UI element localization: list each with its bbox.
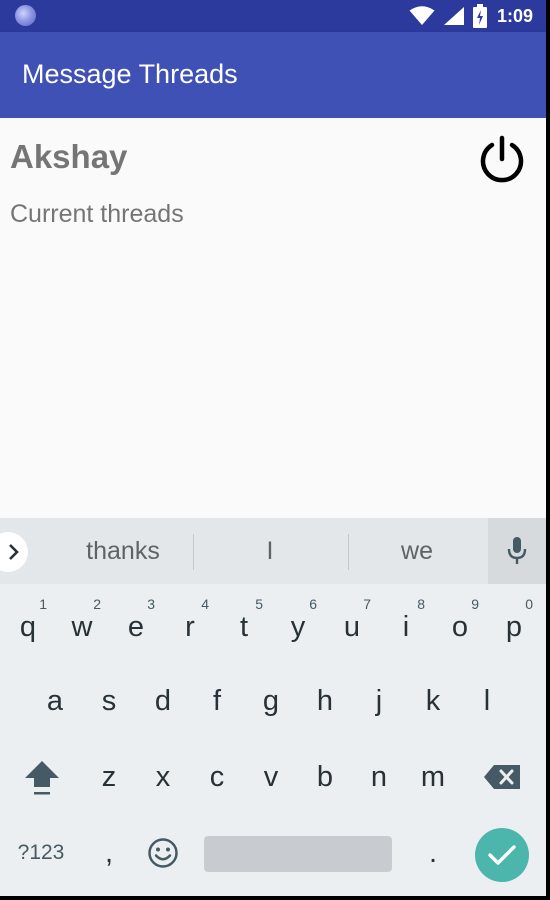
key-label: p	[505, 610, 523, 643]
key-s[interactable]: s	[82, 668, 136, 734]
cell-signal-icon	[443, 6, 465, 26]
key-u[interactable]: u7	[325, 594, 379, 660]
key-i[interactable]: i8	[379, 594, 433, 660]
key-q[interactable]: q1	[1, 594, 55, 660]
key-hint: 3	[147, 596, 155, 612]
suggestion-divider	[348, 534, 349, 570]
suggestion-strip: thanks I we	[0, 518, 546, 584]
status-bar: 1:09	[0, 0, 550, 32]
shift-icon	[25, 761, 59, 795]
app-bar: Message Threads	[0, 32, 550, 118]
key-t[interactable]: t5	[217, 594, 271, 660]
key-v[interactable]: v	[244, 744, 298, 810]
key-y[interactable]: y6	[271, 594, 325, 660]
key-label: t	[239, 610, 249, 643]
page-title: Message Threads	[22, 59, 238, 89]
key-hint: 5	[255, 596, 263, 612]
key-c[interactable]: c	[190, 744, 244, 810]
key-o[interactable]: o9	[433, 594, 487, 660]
key-hint: 2	[93, 596, 101, 612]
microphone-icon	[507, 537, 527, 564]
backspace-key[interactable]	[475, 744, 529, 810]
key-hint: 7	[363, 596, 371, 612]
enter-button[interactable]	[475, 828, 529, 882]
key-a[interactable]: a	[28, 668, 82, 734]
checkmark-icon	[488, 845, 516, 865]
symbols-key[interactable]: ?123	[14, 820, 68, 886]
key-hint: 6	[309, 596, 317, 612]
key-hint: 8	[417, 596, 425, 612]
comma-key[interactable]: ,	[82, 820, 136, 886]
soft-keyboard: thanks I we q1 w2 e3 r4 t5 y6 u7 i8 o9 p…	[0, 518, 546, 896]
user-name: Akshay	[10, 138, 128, 175]
key-label: q	[19, 610, 37, 643]
key-h[interactable]: h	[298, 668, 352, 734]
notification-icon	[15, 5, 36, 26]
backspace-icon	[484, 765, 520, 789]
battery-charging-icon	[472, 4, 487, 28]
key-d[interactable]: d	[136, 668, 190, 734]
key-label: w	[71, 610, 93, 643]
key-m[interactable]: m	[406, 744, 460, 810]
wifi-icon	[409, 6, 435, 26]
key-n[interactable]: n	[352, 744, 406, 810]
emoji-key[interactable]	[136, 820, 190, 886]
period-key[interactable]: .	[406, 820, 460, 886]
chevron-right-icon	[9, 544, 19, 560]
screen-edge	[546, 0, 550, 900]
key-e[interactable]: e3	[109, 594, 163, 660]
power-icon	[480, 135, 524, 183]
key-z[interactable]: z	[82, 744, 136, 810]
key-label: y	[290, 610, 306, 643]
status-icons: 1:09	[409, 0, 550, 32]
logout-button[interactable]	[474, 132, 530, 188]
key-p[interactable]: p0	[487, 594, 541, 660]
content-area: Akshay Current threads	[0, 118, 550, 518]
key-label: i	[402, 610, 410, 643]
space-bar[interactable]	[204, 836, 392, 872]
key-g[interactable]: g	[244, 668, 298, 734]
suggestion-divider	[193, 534, 194, 570]
shift-key[interactable]	[15, 744, 69, 810]
key-hint: 4	[201, 596, 209, 612]
key-b[interactable]: b	[298, 744, 352, 810]
status-time: 1:09	[496, 5, 533, 26]
suggestion-1[interactable]: thanks	[63, 518, 183, 584]
key-x[interactable]: x	[136, 744, 190, 810]
key-j[interactable]: j	[352, 668, 406, 734]
key-k[interactable]: k	[406, 668, 460, 734]
key-f[interactable]: f	[190, 668, 244, 734]
key-hint: 0	[525, 596, 533, 612]
voice-input-button[interactable]	[488, 518, 546, 584]
key-l[interactable]: l	[460, 668, 514, 734]
key-hint: 1	[39, 596, 47, 612]
key-label: e	[127, 610, 145, 643]
key-label: o	[451, 610, 469, 643]
key-label: u	[343, 610, 361, 643]
key-hint: 9	[471, 596, 479, 612]
suggestion-2[interactable]: I	[210, 518, 330, 584]
section-label: Current threads	[10, 200, 184, 228]
expand-suggestions-button[interactable]	[0, 532, 28, 572]
emoji-icon	[148, 838, 178, 868]
key-label: r	[185, 610, 195, 643]
key-w[interactable]: w2	[55, 594, 109, 660]
suggestion-3[interactable]: we	[357, 518, 477, 584]
key-r[interactable]: r4	[163, 594, 217, 660]
